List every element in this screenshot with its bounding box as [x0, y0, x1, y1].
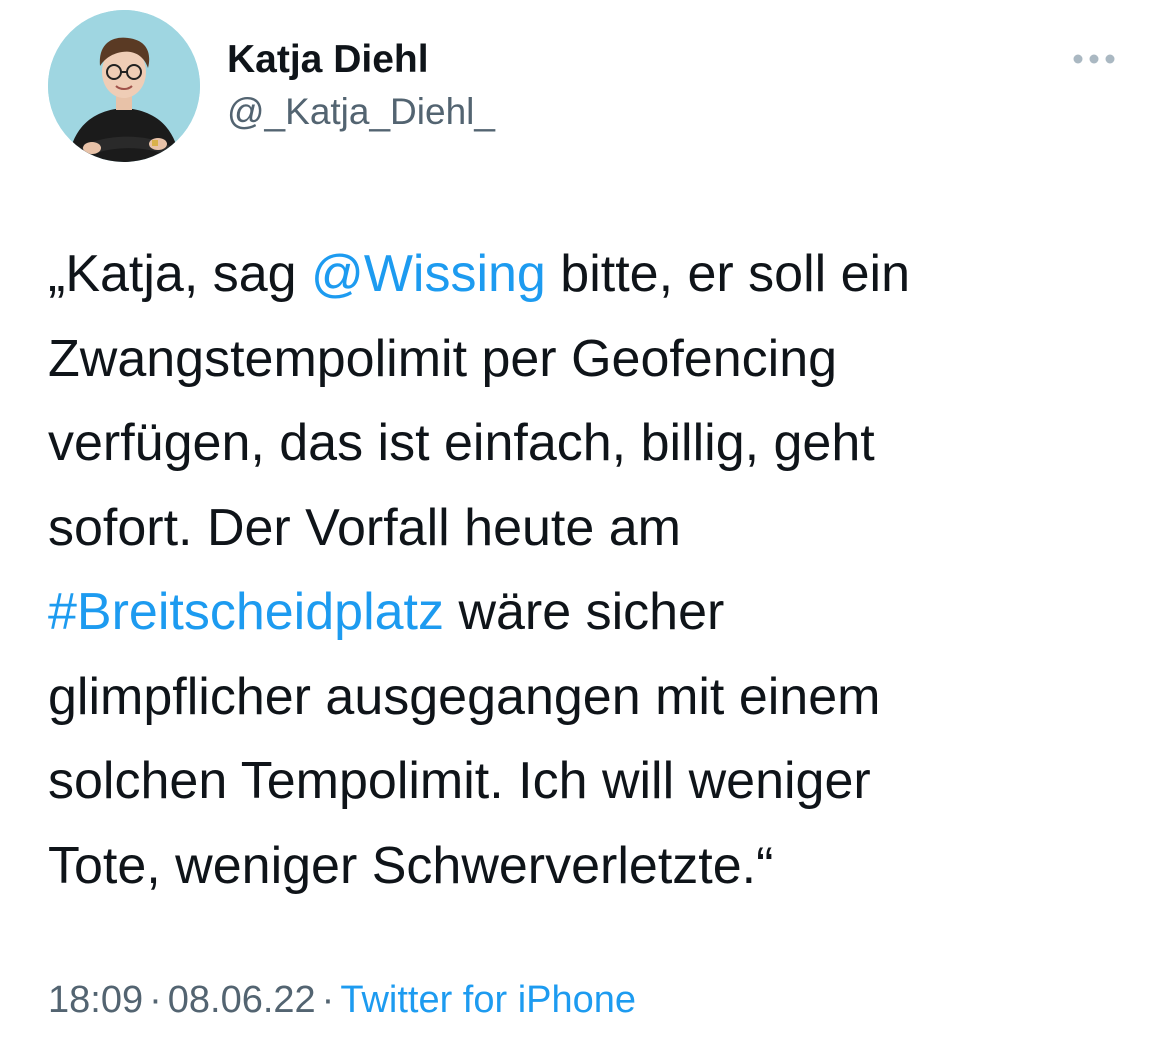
author-display-name[interactable]: Katja Diehl: [227, 36, 495, 84]
tweet-line-5: #Breitscheidplatz wäre sicher: [48, 570, 1128, 655]
tweet-source-link[interactable]: Twitter for iPhone: [340, 979, 636, 1021]
tweet-text-segment: „Katja, sag: [48, 245, 312, 303]
tweet-card: Katja Diehl @_Katja_Diehl_ „Katja, sag @…: [0, 0, 1164, 1049]
tweet-line-1: „Katja, sag @Wissing bitte, er soll ein: [48, 232, 1128, 317]
avatar-photo: [48, 10, 200, 162]
more-horizontal-icon: [1073, 54, 1115, 64]
tweet-text: „Katja, sag @Wissing bitte, er soll ein …: [48, 232, 1128, 908]
more-options-button[interactable]: [1070, 44, 1118, 74]
tweet-line-3: verfügen, das ist einfach, billig, geht: [48, 414, 875, 472]
author-handle[interactable]: @_Katja_Diehl_: [227, 88, 495, 136]
author-avatar[interactable]: [48, 10, 200, 162]
meta-separator: ·: [149, 979, 162, 1021]
tweet-line-4: sofort. Der Vorfall heute am: [48, 498, 681, 557]
mention-link[interactable]: @Wissing: [311, 245, 546, 303]
tweet-line-8: Tote, weniger Schwerverletzte.“: [48, 836, 774, 895]
tweet-text-segment: wäre sicher: [444, 583, 725, 641]
tweet-line-2: Zwangstempolimit per Geofencing: [48, 329, 838, 388]
author-block: Katja Diehl @_Katja_Diehl_: [227, 36, 495, 136]
tweet-time[interactable]: 18:09: [48, 979, 143, 1021]
tweet-line-7: solchen Tempolimit. Ich will weniger: [48, 752, 871, 810]
hashtag-link[interactable]: #Breitscheidplatz: [48, 583, 444, 641]
tweet-line-6: glimpflicher ausgegangen mit einem: [48, 667, 881, 726]
tweet-text-segment: bitte, er soll ein: [545, 245, 911, 303]
tweet-meta: 18:09 · 08.06.22 · Twitter for iPhone: [48, 974, 636, 1026]
tweet-date[interactable]: 08.06.22: [168, 979, 316, 1021]
meta-separator: ·: [321, 979, 335, 1021]
